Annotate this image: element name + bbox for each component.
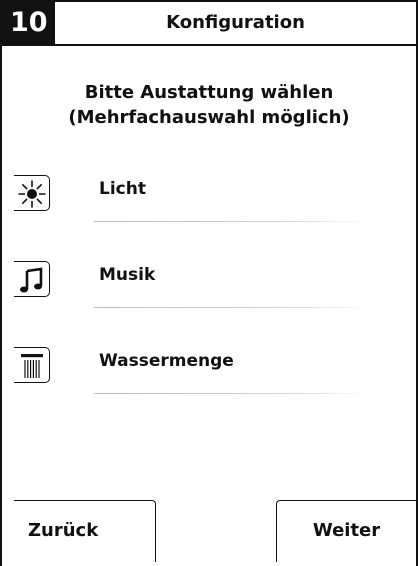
next-button[interactable]: Weiter xyxy=(276,500,416,562)
shower-icon xyxy=(14,347,50,383)
option-label: Licht xyxy=(99,179,146,199)
back-button[interactable]: Zurück xyxy=(14,500,156,562)
sun-icon xyxy=(14,175,50,211)
music-note-icon xyxy=(14,261,50,297)
option-label: Wassermenge xyxy=(99,351,234,371)
option-musik[interactable]: Musik xyxy=(14,261,374,311)
header-bar: 10 Konfiguration xyxy=(2,2,416,46)
option-divider xyxy=(94,393,368,394)
option-divider xyxy=(94,307,368,308)
option-divider xyxy=(94,221,368,222)
option-wassermenge[interactable]: Wassermenge xyxy=(14,347,374,397)
instruction-line-2: (Mehrfachauswahl möglich) xyxy=(68,107,350,128)
option-label: Musik xyxy=(99,265,156,285)
instruction-line-1: Bitte Austattung wählen xyxy=(84,82,334,103)
option-licht[interactable]: Licht xyxy=(14,175,374,225)
page-title: Konfiguration xyxy=(166,12,305,33)
config-screen: 10 Konfiguration Bitte Austattung wählen… xyxy=(0,0,418,566)
step-number-badge: 10 xyxy=(2,2,55,44)
instruction-text: Bitte Austattung wählen (Mehrfachauswahl… xyxy=(2,80,416,130)
